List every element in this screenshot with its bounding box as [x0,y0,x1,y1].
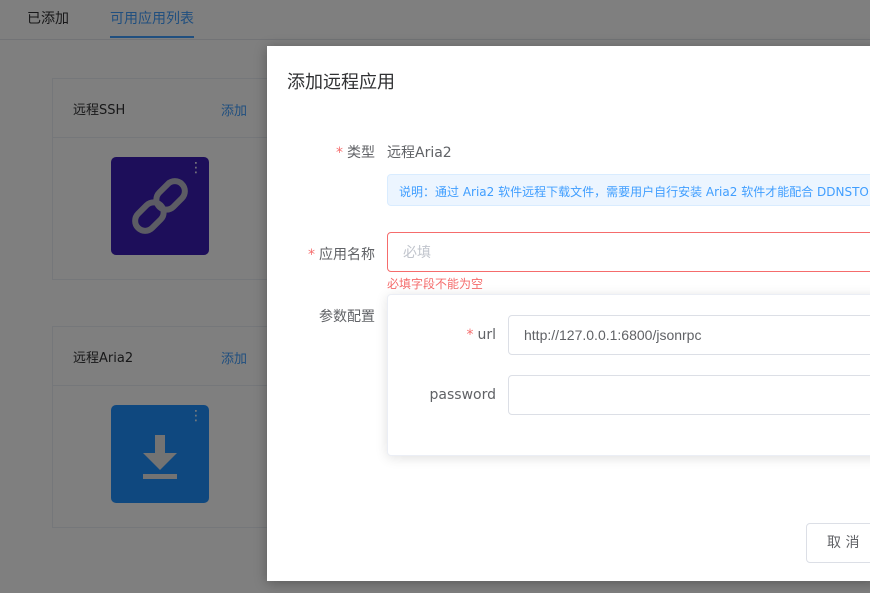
password-label: password [429,387,496,403]
url-label: * url [398,327,496,343]
password-input[interactable] [508,375,870,415]
cancel-button[interactable]: 取 消 [806,523,870,563]
app-name-input[interactable]: 必填 [387,232,870,272]
url-input[interactable]: http://127.0.0.1:6800/jsonrpc [508,315,870,355]
url-label-text: url [477,327,496,343]
params-label: 参数配置 [319,309,375,325]
type-label-text: 类型 [347,145,375,161]
info-notice-text: 说明：通过 Aria2 软件远程下载文件，需要用户自行安装 Aria2 软件才能… [399,185,870,199]
type-label: * 类型 [287,142,375,162]
dialog-title: 添加远程应用 [287,72,395,93]
required-mark: * [308,247,315,263]
required-mark: * [336,145,343,161]
app-name-error: 必填字段不能为空 [387,277,484,291]
app-name-label-text: 应用名称 [319,247,375,263]
app-name-placeholder: 必填 [403,244,431,260]
app-name-label: * 应用名称 [287,244,375,264]
required-mark: * [466,327,474,343]
params-panel: * url http://127.0.0.1:6800/jsonrpc passw… [387,294,870,456]
add-remote-app-dialog: 添加远程应用 * 类型 远程Aria2 说明：通过 Aria2 软件远程下载文件，… [267,46,870,581]
type-value: 远程Aria2 [387,145,452,161]
info-notice: 说明：通过 Aria2 软件远程下载文件，需要用户自行安装 Aria2 软件才能… [387,174,870,206]
